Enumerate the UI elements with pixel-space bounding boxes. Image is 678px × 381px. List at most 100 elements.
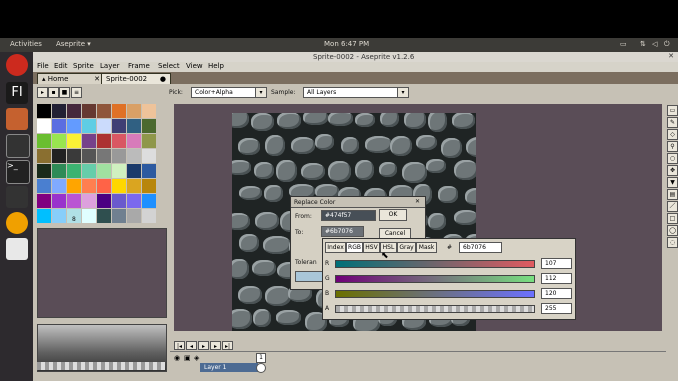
- palette-swatch[interactable]: [112, 179, 126, 193]
- last-frame-icon[interactable]: ▸|: [222, 341, 233, 350]
- move-tool-icon[interactable]: ✥: [667, 165, 678, 176]
- to-color-button[interactable]: #6b7076: [321, 226, 364, 237]
- pattern-icon[interactable]: ▪: [48, 87, 59, 98]
- next-frame-icon[interactable]: ▸: [210, 341, 221, 350]
- blue-input[interactable]: 120: [541, 288, 572, 299]
- eraser-tool-icon[interactable]: ◇: [667, 129, 678, 140]
- palette-swatch[interactable]: [67, 134, 81, 148]
- palette-swatch[interactable]: [97, 149, 111, 163]
- palette-swatch[interactable]: [112, 119, 126, 133]
- palette-swatch[interactable]: [52, 104, 66, 118]
- contour-tool-icon[interactable]: ◯: [667, 225, 678, 236]
- palette-swatch[interactable]: [37, 119, 51, 133]
- palette-swatch[interactable]: [82, 119, 96, 133]
- ubuntu-software-icon[interactable]: [6, 212, 28, 234]
- palette-swatch[interactable]: [142, 179, 156, 193]
- palette-swatch[interactable]: [37, 179, 51, 193]
- palette-swatch[interactable]: [97, 164, 111, 178]
- hex-input[interactable]: 6b7076: [459, 242, 502, 253]
- palette-swatch[interactable]: [37, 194, 51, 208]
- camera-icon[interactable]: ▭: [620, 40, 627, 48]
- eyedropper-tool-icon[interactable]: ⚲: [667, 141, 678, 152]
- chevron-down-icon[interactable]: ▾: [397, 87, 409, 98]
- palette-swatch[interactable]: [37, 149, 51, 163]
- activities-button[interactable]: Activities: [10, 40, 42, 48]
- frame-header[interactable]: 1: [256, 353, 266, 363]
- menu-file[interactable]: File: [37, 62, 49, 70]
- gradient-tool-icon[interactable]: ▤: [667, 189, 678, 200]
- palette-swatch[interactable]: [127, 104, 141, 118]
- menu-icon[interactable]: ≡: [71, 87, 82, 98]
- terminal-icon[interactable]: >_: [6, 160, 30, 184]
- sample-select[interactable]: All Layers: [303, 87, 398, 98]
- menu-sprite[interactable]: Sprite: [73, 62, 94, 70]
- palette-swatch[interactable]: [127, 119, 141, 133]
- green-slider[interactable]: [335, 275, 535, 283]
- palette-swatch[interactable]: [127, 134, 141, 148]
- palette-swatch[interactable]: [127, 179, 141, 193]
- palette-swatch[interactable]: [67, 104, 81, 118]
- pick-select[interactable]: Color+Alpha: [191, 87, 256, 98]
- palette-swatch[interactable]: [67, 179, 81, 193]
- eye-icon[interactable]: ◉: [174, 354, 180, 362]
- palette-swatch[interactable]: [52, 119, 66, 133]
- from-color-button[interactable]: #474f57: [321, 210, 376, 221]
- play-icon[interactable]: ▸: [37, 87, 48, 98]
- palette-swatch[interactable]: [142, 149, 156, 163]
- palette-swatch[interactable]: [97, 194, 111, 208]
- palette-swatch[interactable]: [52, 179, 66, 193]
- palette-swatch[interactable]: [142, 119, 156, 133]
- opera-icon[interactable]: [6, 54, 28, 76]
- prev-frame-icon[interactable]: ◂: [186, 341, 197, 350]
- palette-swatch[interactable]: [52, 164, 66, 178]
- palette-swatch[interactable]: [112, 104, 126, 118]
- app-menu[interactable]: Aseprite ▾: [56, 40, 91, 48]
- palette-swatch[interactable]: [112, 164, 126, 178]
- continuous-icon[interactable]: ◈: [194, 354, 199, 362]
- palette-swatch[interactable]: [97, 209, 111, 223]
- system-monitor-icon[interactable]: [6, 134, 30, 158]
- palette-swatch[interactable]: [97, 104, 111, 118]
- palette-swatch[interactable]: [52, 194, 66, 208]
- palette-swatch[interactable]: [82, 104, 96, 118]
- palette-swatch[interactable]: [37, 104, 51, 118]
- palette-swatch[interactable]: [142, 104, 156, 118]
- palette-swatch[interactable]: [127, 164, 141, 178]
- menu-frame[interactable]: Frame: [128, 62, 150, 70]
- palette-swatch[interactable]: [82, 194, 96, 208]
- palette-swatch[interactable]: [82, 164, 96, 178]
- menu-layer[interactable]: Layer: [100, 62, 120, 70]
- palette-swatch[interactable]: [82, 149, 96, 163]
- palette-swatch[interactable]: [112, 134, 126, 148]
- palette-swatch[interactable]: [127, 194, 141, 208]
- palette-swatch[interactable]: [82, 209, 96, 223]
- alpha-bar[interactable]: [37, 362, 165, 370]
- palette-swatch[interactable]: [67, 149, 81, 163]
- menu-view[interactable]: View: [186, 62, 203, 70]
- menu-help[interactable]: Help: [208, 62, 224, 70]
- palette-swatch[interactable]: [97, 134, 111, 148]
- palette-swatch[interactable]: [37, 134, 51, 148]
- palette-swatch[interactable]: [67, 164, 81, 178]
- zoom-tool-icon[interactable]: ○: [667, 153, 678, 164]
- blur-tool-icon[interactable]: ◌: [667, 237, 678, 248]
- tolerance-slider[interactable]: [295, 271, 323, 282]
- volume-icon[interactable]: ◁: [652, 40, 657, 48]
- palette-swatch[interactable]: [37, 164, 51, 178]
- palette-swatch[interactable]: [67, 194, 81, 208]
- marquee-tool-icon[interactable]: ▭: [667, 105, 678, 116]
- palette-swatch[interactable]: [112, 209, 126, 223]
- palette-swatch[interactable]: [127, 209, 141, 223]
- rectangle-tool-icon[interactable]: □: [667, 213, 678, 224]
- palette-swatch[interactable]: [52, 134, 66, 148]
- play-animation-icon[interactable]: ▸: [198, 341, 209, 350]
- first-frame-icon[interactable]: |◂: [174, 341, 185, 350]
- files-icon[interactable]: [6, 108, 28, 130]
- palette-swatch[interactable]: [112, 149, 126, 163]
- search-icon[interactable]: [6, 186, 28, 208]
- palette-swatch[interactable]: [37, 209, 51, 223]
- layer-row[interactable]: Layer 1: [200, 363, 258, 372]
- stop-icon[interactable]: ■: [59, 87, 70, 98]
- close-tab-icon[interactable]: ✕: [94, 74, 100, 84]
- fill-tool-icon[interactable]: ▼: [667, 177, 678, 188]
